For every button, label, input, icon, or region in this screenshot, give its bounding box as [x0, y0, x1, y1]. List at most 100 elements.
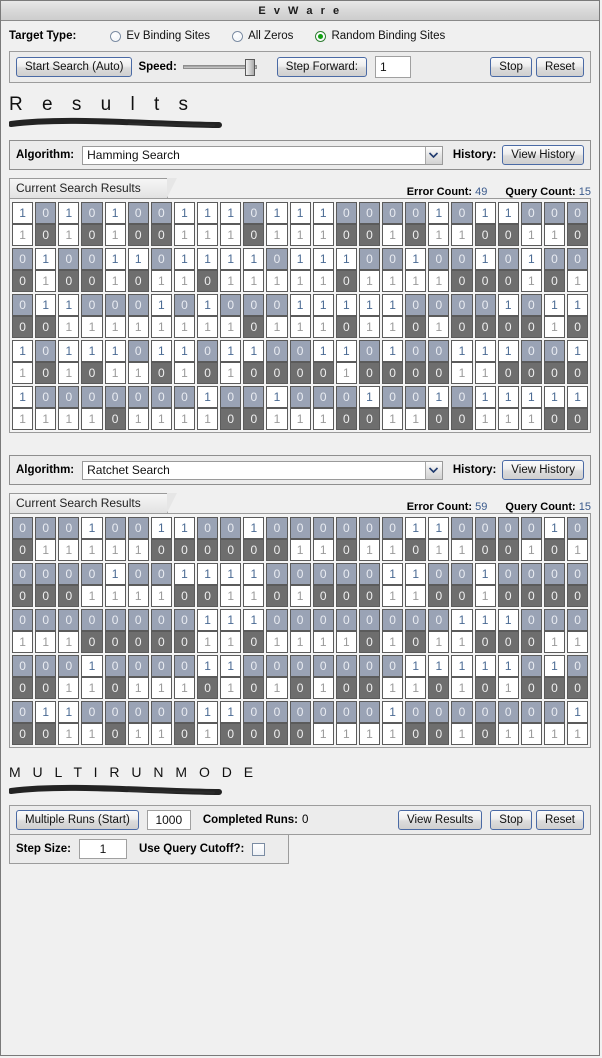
bit-cell: 1 [567, 723, 589, 745]
bit-cell: 1 [35, 701, 57, 723]
bit-cell: 0 [451, 202, 473, 224]
bit-cell: 1 [150, 408, 172, 430]
bit-cell: 1 [266, 224, 288, 246]
current-bit-row: 0100101101111101111000101 [10, 270, 590, 292]
multiple-runs-start-button[interactable]: Multiple Runs (Start) [16, 810, 139, 830]
bit-cell: 0 [104, 701, 126, 723]
runs-count-input[interactable] [146, 810, 191, 830]
bit-cell: 0 [150, 362, 172, 384]
bit-cell: 0 [497, 701, 519, 723]
bit-cell: 0 [12, 563, 34, 585]
bit-cell: 0 [173, 585, 195, 607]
bit-cell: 1 [474, 362, 496, 384]
bit-cell: 0 [58, 563, 80, 585]
bit-cell: 1 [197, 294, 219, 316]
heading-underline-decoration [9, 784, 222, 795]
bit-cell: 0 [497, 248, 519, 270]
bit-cell: 0 [405, 609, 427, 631]
view-results-button[interactable]: View Results [398, 810, 483, 830]
algorithm-select-1[interactable]: Hamming Search [82, 145, 443, 165]
radio-icon[interactable] [232, 30, 244, 42]
current-bit-row: 1110000011011110101100011 [10, 631, 590, 653]
radio-icon-selected[interactable] [315, 30, 327, 42]
chevron-down-icon[interactable] [424, 146, 442, 164]
bit-cell: 0 [335, 408, 357, 430]
target-bit-row: 1010100111011100001011000 [10, 202, 590, 224]
bit-cell: 1 [150, 294, 172, 316]
bit-cell: 0 [289, 362, 311, 384]
step-count-input[interactable] [375, 56, 412, 78]
bit-cell: 0 [266, 517, 288, 539]
bit-cell: 0 [104, 609, 126, 631]
bit-cell: 0 [520, 294, 542, 316]
bit-cell: 1 [405, 677, 427, 699]
speed-slider[interactable] [182, 59, 257, 76]
radio-option-ev-binding-sites[interactable]: Ev Binding Sites [110, 30, 210, 42]
bit-cell: 1 [312, 408, 334, 430]
use-query-cutoff-checkbox[interactable] [252, 842, 266, 856]
start-search-button[interactable]: Start Search (Auto) [16, 57, 133, 77]
bit-cell: 1 [335, 340, 357, 362]
bit-cell: 0 [104, 294, 126, 316]
algorithm-selected-value: Hamming Search [87, 148, 180, 162]
bit-cell: 1 [12, 386, 34, 408]
bit-cell: 0 [405, 723, 427, 745]
bit-cell: 0 [127, 609, 149, 631]
bit-cell: 0 [243, 224, 265, 246]
bit-cell: 0 [35, 340, 57, 362]
bit-cell: 0 [358, 408, 380, 430]
bit-cell: 1 [289, 585, 311, 607]
bit-cell: 1 [543, 294, 565, 316]
bit-cell: 0 [335, 316, 357, 338]
stop-button[interactable]: Stop [490, 57, 532, 77]
bit-cell: 0 [104, 408, 126, 430]
algorithm-select-2[interactable]: Ratchet Search [82, 460, 443, 480]
bit-cell: 0 [173, 294, 195, 316]
multirun-reset-button[interactable]: Reset [535, 810, 584, 830]
current-search-results-tab-2[interactable]: Current Search Results [9, 493, 177, 513]
view-history-button-1[interactable]: View History [502, 145, 584, 165]
query-count-value: 15 [578, 186, 591, 198]
bit-cell: 1 [382, 270, 404, 292]
multirun-stop-button[interactable]: Stop [490, 810, 532, 830]
bit-cell: 1 [173, 270, 195, 292]
bit-cell: 0 [197, 340, 219, 362]
bit-cell: 0 [289, 609, 311, 631]
bit-cell: 1 [197, 248, 219, 270]
chevron-down-icon[interactable] [424, 461, 442, 479]
current-bit-row: 1111011110011100110011100 [10, 408, 590, 430]
bit-cell: 1 [220, 655, 242, 677]
bit-cell: 0 [243, 202, 265, 224]
bit-cell: 1 [197, 224, 219, 246]
step-forward-button[interactable]: Step Forward: [276, 57, 368, 77]
bit-cell: 0 [520, 202, 542, 224]
reset-button[interactable]: Reset [535, 57, 584, 77]
radio-icon[interactable] [110, 30, 122, 42]
bit-cell: 1 [312, 248, 334, 270]
bit-cell: 1 [58, 202, 80, 224]
bit-cell: 1 [220, 316, 242, 338]
bit-cell: 1 [497, 408, 519, 430]
bit-cell: 1 [382, 316, 404, 338]
bit-cell: 0 [127, 517, 149, 539]
bit-cell: 1 [474, 386, 496, 408]
bit-cell: 0 [543, 202, 565, 224]
query-count-1: Query Count: 15 [505, 186, 591, 198]
current-search-results-tab-1[interactable]: Current Search Results [9, 178, 177, 198]
slider-thumb[interactable] [244, 59, 255, 76]
bit-cell: 1 [382, 224, 404, 246]
bit-cell: 1 [220, 202, 242, 224]
bit-cell: 1 [567, 340, 589, 362]
bit-cell: 1 [382, 294, 404, 316]
bit-cell: 1 [243, 517, 265, 539]
bit-cell: 1 [335, 362, 357, 384]
bit-cell: 1 [81, 408, 103, 430]
view-history-button-2[interactable]: View History [502, 460, 584, 480]
bit-cell: 0 [58, 655, 80, 677]
step-size-input[interactable] [78, 839, 127, 859]
radio-option-random-binding-sites[interactable]: Random Binding Sites [315, 30, 445, 42]
bit-cell: 0 [127, 224, 149, 246]
bit-cell: 1 [405, 270, 427, 292]
bit-cell: 0 [81, 270, 103, 292]
radio-option-all-zeros[interactable]: All Zeros [232, 30, 293, 42]
